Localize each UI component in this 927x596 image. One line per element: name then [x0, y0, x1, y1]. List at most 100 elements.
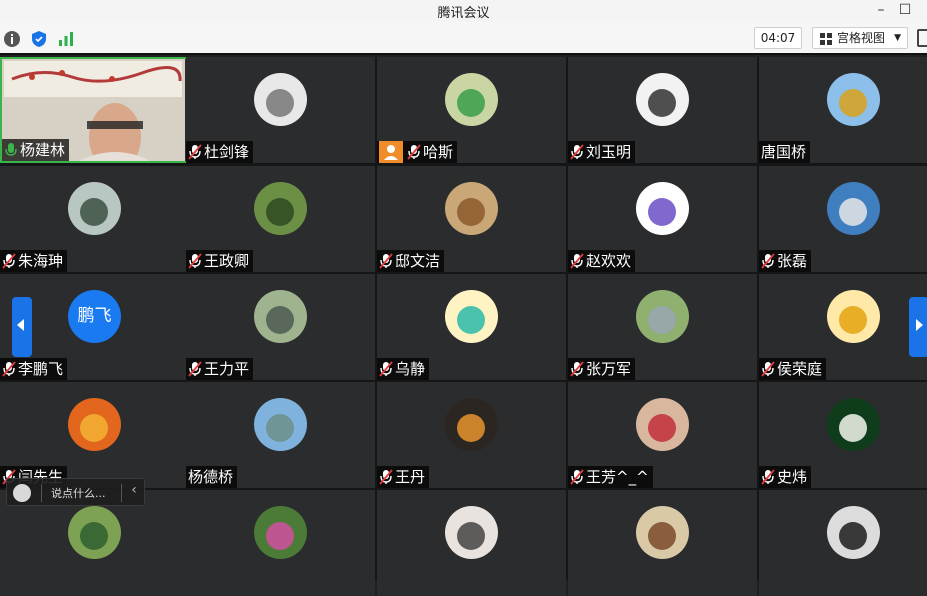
participant-name-bar: 哈斯	[377, 141, 458, 163]
participant-tile[interactable]: 赵欢欢	[568, 166, 757, 272]
device-icon[interactable]	[917, 29, 927, 47]
participant-name: 哈斯	[423, 143, 454, 161]
participant-tile[interactable]: 史炜	[759, 382, 927, 488]
chevron-left-icon	[17, 319, 24, 331]
participant-name: 史炜	[777, 468, 808, 486]
participant-tile[interactable]	[186, 490, 375, 596]
mic-muted-icon	[761, 253, 775, 269]
participant-tile[interactable]: 朱海珅	[0, 166, 189, 272]
participant-name: 杨建林	[20, 141, 66, 159]
participant-tile[interactable]: 邸文洁	[377, 166, 566, 272]
avatar-text: 鹏飞	[68, 290, 121, 343]
participant-name-bar: 李鹏飞	[0, 358, 68, 380]
participant-name-bar: 杜剑锋	[186, 141, 254, 163]
participant-tile[interactable]: 王丹	[377, 382, 566, 488]
participant-name: 朱海珅	[18, 252, 64, 270]
divider	[121, 484, 122, 502]
participant-name-bar: 乌静	[377, 358, 430, 380]
signal-icon[interactable]	[56, 29, 76, 49]
participant-name: 张万军	[586, 360, 632, 378]
mic-muted-icon	[570, 361, 584, 377]
avatar	[68, 398, 121, 451]
participant-tile[interactable]: 王政卿	[186, 166, 375, 272]
participant-tile[interactable]	[759, 490, 927, 596]
participant-tile[interactable]: 王力平	[186, 274, 375, 380]
emoji-icon[interactable]	[13, 484, 31, 502]
avatar	[445, 73, 498, 126]
avatar	[827, 398, 880, 451]
participant-tile[interactable]: 张万军	[568, 274, 757, 380]
collapse-icon[interactable]: ‹	[125, 482, 143, 498]
prev-page-button[interactable]	[12, 297, 32, 357]
mic-muted-icon	[570, 253, 584, 269]
participant-tile[interactable]: 杨德桥	[186, 382, 375, 488]
mic-muted-icon	[188, 253, 202, 269]
mic-muted-icon	[379, 253, 393, 269]
avatar	[636, 506, 689, 559]
chat-input-bar[interactable]: 说点什么... ‹	[6, 478, 145, 506]
avatar	[636, 73, 689, 126]
participant-tile[interactable]: 哈斯	[377, 57, 566, 163]
participant-tile[interactable]: 侯荣庭	[759, 274, 927, 380]
meeting-toolbar: 04:07 宫格视图 ▼	[0, 22, 927, 55]
mic-muted-icon	[761, 361, 775, 377]
next-page-button[interactable]	[909, 297, 927, 357]
avatar	[445, 398, 498, 451]
maximize-button[interactable]: ☐	[890, 0, 920, 22]
participant-tile[interactable]: 杜剑锋	[186, 57, 375, 163]
mic-muted-icon	[761, 469, 775, 485]
participant-name: 唐国桥	[761, 143, 807, 161]
participant-tile[interactable]: 张磊	[759, 166, 927, 272]
avatar	[636, 290, 689, 343]
mic-active-icon	[4, 142, 18, 158]
chevron-right-icon	[916, 319, 923, 331]
avatar	[445, 290, 498, 343]
avatar	[636, 398, 689, 451]
participant-name: 赵欢欢	[586, 252, 632, 270]
participant-name: 王芳^_^	[586, 468, 649, 486]
participant-name: 张磊	[777, 252, 808, 270]
divider	[41, 484, 42, 502]
chat-input-placeholder[interactable]: 说点什么...	[51, 485, 106, 501]
title-bar: 腾讯会议 – ☐	[0, 0, 927, 22]
participant-tile[interactable]: 闫先生	[0, 382, 189, 488]
avatar	[827, 506, 880, 559]
avatar	[254, 182, 307, 235]
participant-name-bar: 史炜	[759, 466, 812, 488]
mic-muted-icon	[2, 361, 16, 377]
participant-tile[interactable]: 乌静	[377, 274, 566, 380]
info-icon[interactable]	[2, 29, 22, 49]
avatar	[68, 506, 121, 559]
participant-tile[interactable]	[568, 490, 757, 596]
participant-name-bar: 张万军	[568, 358, 636, 380]
participant-tile[interactable]: 王芳^_^	[568, 382, 757, 488]
participant-name-bar: 张磊	[759, 250, 812, 272]
participant-name: 王力平	[204, 360, 250, 378]
participant-tile[interactable]	[377, 490, 566, 596]
participant-name: 刘玉明	[586, 143, 632, 161]
participant-name: 王政卿	[204, 252, 250, 270]
participant-name-bar: 王丹	[377, 466, 430, 488]
participant-tile[interactable]: 刘玉明	[568, 57, 757, 163]
participant-tile[interactable]: 杨建林	[0, 57, 189, 163]
avatar	[445, 182, 498, 235]
avatar	[445, 506, 498, 559]
view-mode-dropdown[interactable]: 宫格视图 ▼	[812, 27, 908, 49]
participant-name: 杜剑锋	[204, 143, 250, 161]
participant-name-bar: 赵欢欢	[568, 250, 636, 272]
mic-muted-icon	[379, 361, 393, 377]
participant-name: 王丹	[395, 468, 426, 486]
mic-muted-icon	[188, 361, 202, 377]
participant-name-bar: 王力平	[186, 358, 254, 380]
mic-muted-icon	[407, 144, 421, 160]
participant-name-bar: 刘玉明	[568, 141, 636, 163]
participant-name-bar: 王政卿	[186, 250, 254, 272]
mic-muted-icon	[2, 253, 16, 269]
window-title: 腾讯会议	[437, 6, 490, 21]
mic-muted-icon	[570, 144, 584, 160]
shield-icon[interactable]	[29, 29, 49, 49]
view-mode-label: 宫格视图	[837, 31, 886, 45]
mic-muted-icon	[188, 144, 202, 160]
participant-tile[interactable]: 唐国桥	[759, 57, 927, 163]
participant-name-bar: 侯荣庭	[759, 358, 827, 380]
